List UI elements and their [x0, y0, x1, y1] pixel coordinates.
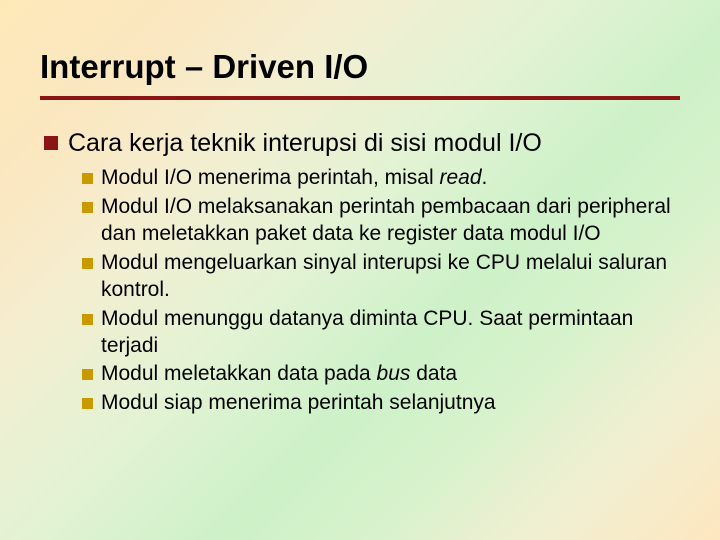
text-fragment: .: [482, 166, 488, 189]
text-fragment: Modul I/O menerima perintah, misal: [101, 166, 439, 189]
bullet-level2: Modul I/O melaksanakan perintah pembacaa…: [82, 194, 680, 248]
bullet-level2: Modul mengeluarkan sinyal interupsi ke C…: [82, 250, 680, 304]
level1-text: Cara kerja teknik interupsi di sisi modu…: [68, 128, 542, 159]
square-bullet-icon: [82, 173, 93, 184]
square-bullet-icon: [82, 258, 93, 269]
bullet-level2: Modul meletakkan data pada bus data: [82, 361, 680, 388]
bullet-level2: Modul menunggu datanya diminta CPU. Saat…: [82, 306, 680, 360]
level2-text: Modul mengeluarkan sinyal interupsi ke C…: [101, 250, 680, 304]
slide: Interrupt – Driven I/O Cara kerja teknik…: [0, 0, 720, 540]
bullet-level2: Modul I/O menerima perintah, misal read.: [82, 165, 680, 192]
square-bullet-icon: [44, 136, 58, 150]
level2-text: Modul menunggu datanya diminta CPU. Saat…: [101, 306, 680, 360]
bullet-level1: Cara kerja teknik interupsi di sisi modu…: [44, 128, 680, 159]
square-bullet-icon: [82, 202, 93, 213]
sublist: Modul I/O menerima perintah, misal read.…: [82, 165, 680, 417]
text-fragment: data: [410, 362, 457, 385]
level2-text: Modul meletakkan data pada bus data: [101, 361, 457, 388]
slide-title: Interrupt – Driven I/O: [40, 48, 680, 86]
level2-text: Modul siap menerima perintah selanjutnya: [101, 390, 496, 417]
square-bullet-icon: [82, 398, 93, 409]
square-bullet-icon: [82, 369, 93, 380]
level2-text: Modul I/O menerima perintah, misal read.: [101, 165, 487, 192]
title-rule: [40, 96, 680, 100]
text-fragment: Modul meletakkan data pada: [101, 362, 377, 385]
level2-text: Modul I/O melaksanakan perintah pembacaa…: [101, 194, 680, 248]
italic-text: read: [439, 166, 481, 189]
italic-text: bus: [377, 362, 411, 385]
bullet-level2: Modul siap menerima perintah selanjutnya: [82, 390, 680, 417]
square-bullet-icon: [82, 314, 93, 325]
